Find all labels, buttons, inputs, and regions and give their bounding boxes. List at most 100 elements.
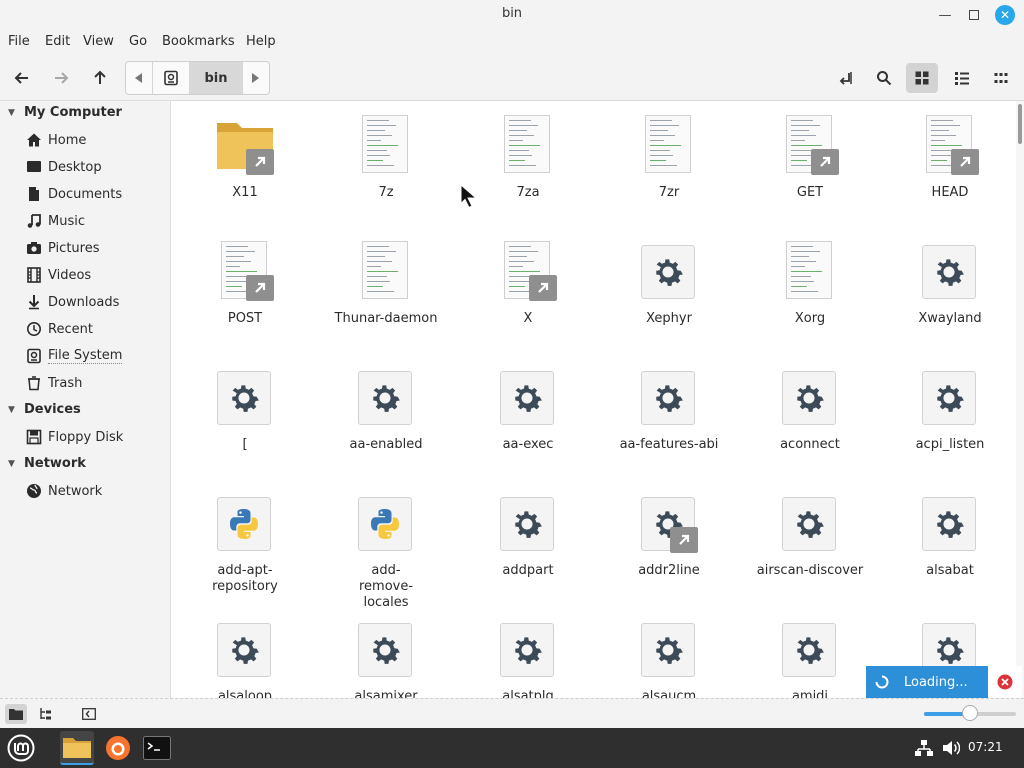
path-scroll-left-button[interactable] [126,62,153,94]
expander-icon: ▼ [8,404,15,415]
file-item[interactable]: airscan-discover [740,493,880,579]
volume-icon [943,741,961,755]
file-item[interactable]: alsaloop [175,619,315,698]
sidebar-header-devices[interactable]: ▼ Devices [8,402,81,417]
forward-button[interactable] [45,63,77,93]
text-line [650,150,670,151]
file-item[interactable]: 7za [458,115,598,201]
file-item[interactable]: 7z [316,115,456,201]
file-item[interactable]: GET [740,115,880,201]
menu-edit[interactable]: Edit [45,34,70,49]
file-item[interactable]: HEAD [880,115,1016,201]
compact-view-button[interactable] [985,63,1017,93]
file-grid[interactable]: X11 7z 7za 7zr GET HEAD POST Thunar-daemon X Xeph… [171,101,1016,698]
sidebar-item-pictures[interactable]: Pictures [26,238,99,258]
up-button[interactable] [84,63,116,93]
file-item[interactable]: [ [175,367,315,453]
text-line [367,135,393,136]
show-tree-button[interactable] [35,704,57,724]
file-item[interactable]: acpi_listen [880,367,1016,453]
clock[interactable]: 07:21 [968,740,1003,754]
file-item[interactable]: alsaucm [599,619,739,698]
sidebar-header-my-computer[interactable]: ▼ My Computer [8,105,122,120]
file-item[interactable]: Thunar-daemon [316,241,456,327]
menu-bookmarks[interactable]: Bookmarks [162,34,235,49]
hide-sidebar-button[interactable] [78,704,100,724]
sidebar-item-videos[interactable]: Videos [26,265,91,285]
minimize-button[interactable]: — [935,5,955,25]
sidebar-item-music[interactable]: Music [26,211,85,231]
network-status-button[interactable] [915,740,933,760]
file-item[interactable]: X11 [175,115,315,201]
file-item[interactable]: alsamixer [316,619,456,698]
sidebar-item-documents[interactable]: Documents [26,184,122,204]
search-button[interactable] [868,63,900,93]
file-item[interactable]: Xephyr [599,241,739,327]
file-name: 7z [378,185,394,200]
sidebar-item-floppy-disk[interactable]: Floppy Disk [26,427,123,447]
show-places-button[interactable] [5,704,27,724]
path-root-button[interactable] [153,62,190,94]
file-item[interactable]: Xwayland [880,241,1016,327]
text-line [791,130,809,131]
file-name: airscan-discover [756,563,864,578]
file-name: X [523,311,533,326]
sidebar-item-file-system[interactable]: File System [26,346,123,366]
vertical-scrollbar[interactable] [1016,101,1024,698]
sidebar-item-downloads[interactable]: Downloads [26,292,119,312]
list-view-button[interactable] [946,63,978,93]
volume-button[interactable] [942,740,961,760]
executable-icon [499,493,557,553]
zoom-slider-handle[interactable] [962,705,978,721]
menu-go[interactable]: Go [129,34,147,49]
menu-file[interactable]: File [8,34,30,49]
menu-view[interactable]: View [83,34,114,49]
file-item[interactable]: addr2line [599,493,739,579]
path-current-button[interactable]: bin [190,62,243,94]
executable-file-box [500,371,554,425]
path-scroll-right-button[interactable] [243,62,269,94]
file-item[interactable]: aconnect [740,367,880,453]
file-item[interactable]: X [458,241,598,327]
menu-help[interactable]: Help [246,34,276,49]
text-file-icon [216,241,274,301]
text-line [367,130,385,131]
sidebar-item-desktop[interactable]: Desktop [26,157,102,177]
file-item[interactable]: aa-features-abi [599,367,739,453]
start-menu-button[interactable] [4,731,38,765]
file-item[interactable]: aa-enabled [316,367,456,453]
file-item[interactable]: amidi [740,619,880,698]
file-item[interactable]: add-remove-locales [316,493,456,611]
toggle-location-button[interactable] [829,63,861,93]
clock-icon [26,321,42,337]
file-item[interactable]: alsabat [880,493,1016,579]
sidebar-item-network[interactable]: Network [26,481,102,501]
sidebar-item-trash[interactable]: Trash [26,373,82,393]
sidebar-item-home[interactable]: Home [26,130,86,150]
file-item[interactable]: POST [175,241,315,327]
text-line [509,150,529,151]
cancel-loading-button[interactable] [988,666,1022,698]
file-item[interactable]: 7zr [599,115,739,201]
sidebar-item-recent[interactable]: Recent [26,319,93,339]
file-item[interactable]: Xorg [740,241,880,327]
sidebar-header-network[interactable]: ▼ Network [8,456,86,471]
list-view-icon [955,72,969,85]
expander-icon: ▼ [8,458,15,469]
file-item[interactable]: alsatplg [458,619,598,698]
maximize-button[interactable] [964,5,984,25]
file-item[interactable]: add-apt-repository [175,493,315,595]
taskbar-file-manager[interactable] [60,731,94,765]
scrollbar-thumb[interactable] [1018,104,1022,144]
taskbar-terminal[interactable] [140,731,174,765]
python-icon [216,493,274,553]
file-item[interactable]: aa-exec [458,367,598,453]
taskbar-firefox[interactable] [101,731,135,765]
tree-icon [40,708,51,720]
file-item[interactable]: addpart [458,493,598,579]
back-button[interactable] [6,63,38,93]
zoom-slider[interactable] [924,705,1016,721]
icon-view-button[interactable] [906,63,938,93]
close-window-button[interactable]: ✕ [995,5,1015,25]
text-line [791,251,820,252]
